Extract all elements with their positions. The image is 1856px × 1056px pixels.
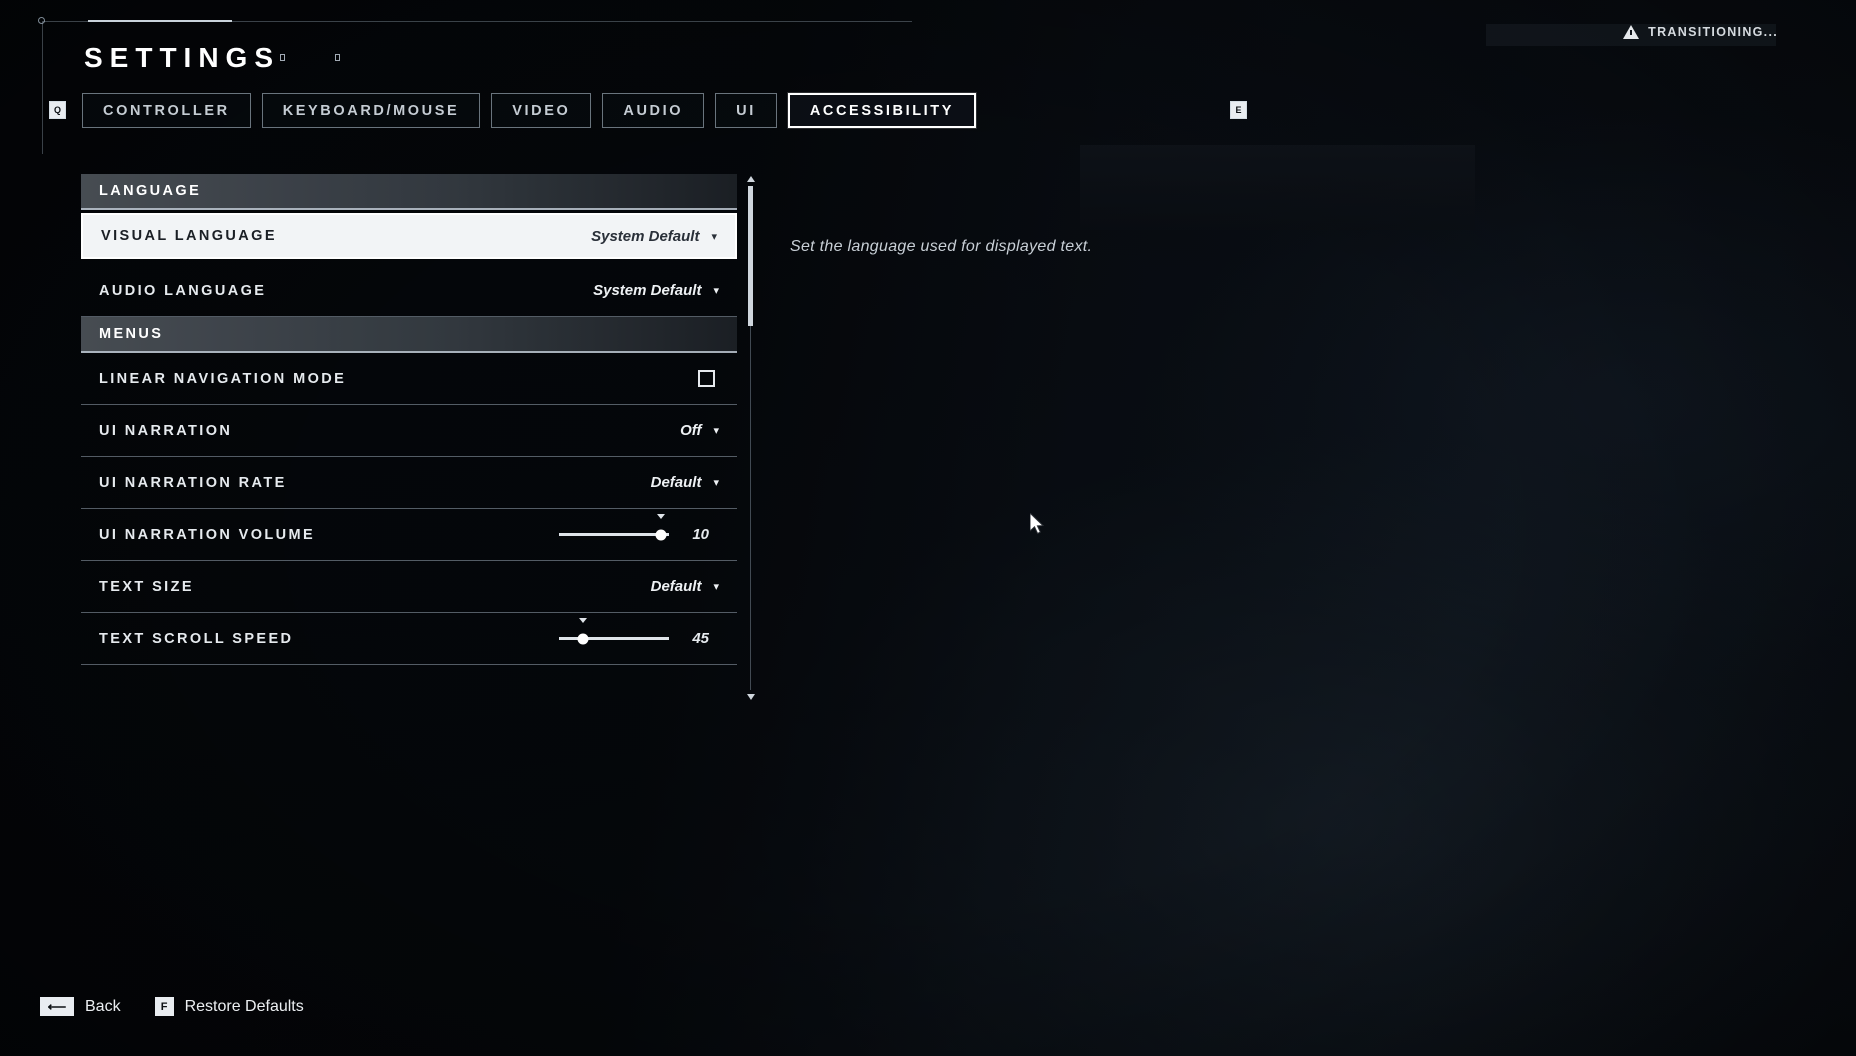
setting-label: VISUAL LANGUAGE — [101, 228, 277, 244]
setting-label: UI NARRATION VOLUME — [99, 526, 316, 543]
setting-label: AUDIO LANGUAGE — [99, 282, 267, 299]
slider-track[interactable] — [559, 637, 669, 640]
restore-key-icon: F — [154, 997, 174, 1016]
chevron-down-icon[interactable]: ▾ — [713, 284, 719, 297]
frame-top-accent — [88, 20, 232, 22]
tab-accessibility[interactable]: ACCESSIBILITY — [787, 93, 977, 128]
setting-control[interactable]: System Default ▾ — [593, 282, 737, 299]
title-decor-dot-1-icon — [280, 54, 285, 61]
setting-control[interactable]: 45 — [559, 617, 737, 651]
slider-control[interactable] — [559, 617, 669, 651]
dropdown-value: Default — [650, 474, 702, 491]
checkbox-toggle[interactable] — [698, 370, 715, 387]
setting-control[interactable]: Off ▾ — [680, 422, 737, 439]
title-decor-dot-2-icon — [335, 54, 340, 61]
back-key-icon: ⟵ — [40, 997, 74, 1016]
tab-keyboard-mouse[interactable]: KEYBOARD/MOUSE — [261, 93, 481, 128]
setting-label: UI NARRATION RATE — [99, 474, 287, 491]
slider-control[interactable] — [559, 513, 669, 547]
restore-defaults-button[interactable]: F Restore Defaults — [154, 997, 304, 1016]
scroll-down-arrow-icon[interactable] — [747, 694, 755, 700]
dropdown-value: System Default — [593, 282, 702, 299]
setting-row-ui-narration[interactable]: UI NARRATION Off ▾ — [81, 405, 737, 457]
setting-row-ui-narration-rate[interactable]: UI NARRATION RATE Default ▾ — [81, 457, 737, 509]
setting-control[interactable]: 10 — [559, 513, 737, 547]
background-panel-glow — [1080, 145, 1475, 230]
page-title: SETTINGS — [84, 42, 281, 73]
slider-track[interactable] — [559, 533, 669, 536]
slider-knob[interactable] — [655, 529, 667, 540]
tab-video[interactable]: VIDEO — [491, 93, 592, 128]
slider-knob[interactable] — [577, 633, 589, 644]
setting-label: LINEAR NAVIGATION MODE — [99, 370, 347, 387]
dropdown-value: Default — [650, 578, 702, 595]
dropdown-value: System Default — [591, 227, 700, 245]
frame-left-line — [42, 22, 43, 154]
tab-next-key-hint[interactable]: E — [1230, 101, 1247, 119]
section-header-menus: MENUS — [81, 317, 737, 353]
slider-marker-icon — [579, 617, 588, 623]
tab-prev-key-hint[interactable]: Q — [49, 101, 66, 119]
setting-row-text-scroll-speed[interactable]: TEXT SCROLL SPEED 45 — [81, 613, 737, 665]
slider-marker-icon — [657, 513, 666, 519]
chevron-down-icon[interactable]: ▾ — [713, 424, 719, 437]
back-button[interactable]: ⟵ Back — [40, 997, 121, 1016]
settings-list: LANGUAGE VISUAL LANGUAGE System Default ▾ AU… — [81, 174, 737, 702]
chevron-down-icon[interactable]: ▾ — [713, 476, 719, 489]
warning-triangle-icon — [1623, 25, 1640, 39]
setting-row-audio-language[interactable]: AUDIO LANGUAGE System Default ▾ — [81, 265, 737, 317]
dropdown-value: Off — [680, 422, 702, 439]
setting-row-visual-language[interactable]: VISUAL LANGUAGE System Default ▾ — [81, 213, 737, 259]
setting-control[interactable]: System Default ▾ — [591, 228, 735, 245]
setting-control[interactable] — [698, 370, 737, 387]
slider-value: 10 — [692, 526, 709, 543]
status-text: TRANSITIONING... — [1648, 25, 1778, 39]
setting-label: TEXT SCROLL SPEED — [99, 630, 294, 647]
tab-audio[interactable]: AUDIO — [602, 93, 705, 128]
back-label: Back — [85, 997, 121, 1015]
setting-row-ui-narration-volume[interactable]: UI NARRATION VOLUME 10 — [81, 509, 737, 561]
status-badge: TRANSITIONING... — [1623, 25, 1778, 39]
setting-label: TEXT SIZE — [99, 578, 194, 595]
restore-defaults-label: Restore Defaults — [184, 997, 304, 1015]
chevron-down-icon[interactable]: ▾ — [713, 580, 719, 593]
chevron-down-icon[interactable]: ▾ — [711, 230, 717, 243]
scroll-up-arrow-icon[interactable] — [747, 176, 755, 182]
scrollbar-thumb[interactable] — [748, 186, 753, 326]
setting-control[interactable]: Default ▾ — [651, 578, 737, 595]
setting-control[interactable]: Default ▾ — [651, 474, 737, 491]
settings-tab-bar: CONTROLLER KEYBOARD/MOUSE VIDEO AUDIO UI ACCE… — [82, 93, 977, 128]
setting-row-linear-navigation-mode[interactable]: LINEAR NAVIGATION MODE — [81, 353, 737, 405]
tab-ui[interactable]: UI — [715, 93, 777, 128]
tab-controller[interactable]: CONTROLLER — [82, 93, 251, 128]
setting-row-text-size[interactable]: TEXT SIZE Default ▾ — [81, 561, 737, 613]
settings-scrollbar[interactable] — [747, 176, 755, 700]
slider-value: 45 — [692, 630, 709, 647]
setting-description: Set the language used for displayed text… — [790, 238, 1093, 255]
footer-actions: ⟵ Back F Restore Defaults — [40, 997, 304, 1016]
setting-label: UI NARRATION — [99, 422, 233, 439]
section-header-language: LANGUAGE — [81, 174, 737, 210]
